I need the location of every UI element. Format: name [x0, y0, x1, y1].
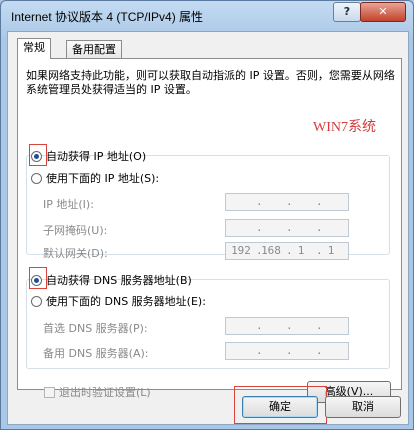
ip-octet-separator: . — [316, 319, 323, 332]
manual-ip-option[interactable]: 使用下面的 IP 地址(S): — [31, 170, 159, 186]
title-bar[interactable]: Internet 协议版本 4 (TCP/IPv4) 属性 ? ✕ — [1, 1, 413, 31]
auto-ip-option[interactable]: 自动获得 IP 地址(O) — [31, 148, 146, 164]
tab-alternate-config[interactable]: 备用配置 — [66, 40, 122, 59]
ip-octet-separator: . — [286, 221, 293, 234]
ok-button[interactable]: 确定 — [242, 396, 318, 418]
alternate-dns-label: 备用 DNS 服务器(A): — [43, 347, 149, 360]
ip-octet-separator: . — [286, 344, 293, 357]
auto-dns-label: 自动获得 DNS 服务器地址(B) — [46, 274, 192, 287]
validate-settings-label: 退出时验证设置(L) — [59, 386, 151, 399]
preferred-dns-label: 首选 DNS 服务器(P): — [43, 322, 148, 335]
preferred-dns-input[interactable]: ... — [225, 317, 349, 335]
subnet-mask-label: 子网掩码(U): — [43, 224, 108, 237]
description-text: 如果网络支持此功能，则可以获取自动指派的 IP 设置。否则，您需要从网络系统管理… — [26, 69, 395, 96]
ip-octet-separator: . — [316, 244, 323, 257]
validate-settings-option[interactable]: 退出时验证设置(L) — [44, 384, 151, 400]
ip-address-input[interactable]: ... — [225, 193, 349, 211]
manual-dns-option[interactable]: 使用下面的 DNS 服务器地址(E): — [31, 293, 206, 309]
ip-octet-separator: . — [286, 244, 293, 257]
ip-octet-separator: . — [286, 195, 293, 208]
watermark-text: WIN7系统 — [313, 120, 376, 135]
dialog-client-area: 常规 备用配置 如果网络支持此功能，则可以获取自动指派的 IP 设置。否则，您需… — [7, 31, 409, 425]
manual-ip-radio[interactable] — [31, 172, 42, 184]
ip-octet-separator: . — [256, 195, 263, 208]
cancel-button[interactable]: 取消 — [325, 396, 401, 418]
ip-address-label: IP 地址(I): — [43, 198, 94, 211]
ip-octet-separator: . — [316, 195, 323, 208]
ip-octet-separator: . — [316, 221, 323, 234]
ip-octet-separator: . — [256, 244, 263, 257]
alternate-dns-input[interactable]: ... — [225, 342, 349, 360]
default-gateway-label: 默认网关(D): — [43, 247, 108, 260]
ip-octet-separator: . — [256, 319, 263, 332]
auto-ip-radio[interactable] — [31, 150, 42, 162]
auto-ip-label: 自动获得 IP 地址(O) — [46, 150, 147, 163]
auto-dns-option[interactable]: 自动获得 DNS 服务器地址(B) — [31, 272, 192, 288]
ip-octet-separator: . — [256, 344, 263, 357]
ip-octet-separator: . — [316, 344, 323, 357]
default-gateway-input[interactable]: 192 168 1 1 ... — [225, 242, 349, 260]
properties-dialog: Internet 协议版本 4 (TCP/IPv4) 属性 ? ✕ 常规 备用配… — [0, 0, 414, 430]
help-button[interactable]: ? — [333, 2, 361, 22]
subnet-mask-input[interactable]: ... — [225, 219, 349, 237]
manual-dns-radio[interactable] — [31, 295, 42, 307]
tab-general[interactable]: 常规 — [17, 38, 51, 59]
ip-octet-separator: . — [286, 319, 293, 332]
manual-dns-label: 使用下面的 DNS 服务器地址(E): — [46, 295, 206, 308]
validate-settings-checkbox[interactable] — [44, 386, 55, 398]
auto-dns-radio[interactable] — [31, 274, 42, 286]
window-title: Internet 协议版本 4 (TCP/IPv4) 属性 — [11, 10, 204, 24]
close-button[interactable]: ✕ — [360, 2, 406, 22]
general-tab-panel: 如果网络支持此功能，则可以获取自动指派的 IP 设置。否则，您需要从网络系统管理… — [17, 58, 402, 403]
ip-octet-separator: . — [256, 221, 263, 234]
manual-ip-label: 使用下面的 IP 地址(S): — [46, 172, 160, 185]
